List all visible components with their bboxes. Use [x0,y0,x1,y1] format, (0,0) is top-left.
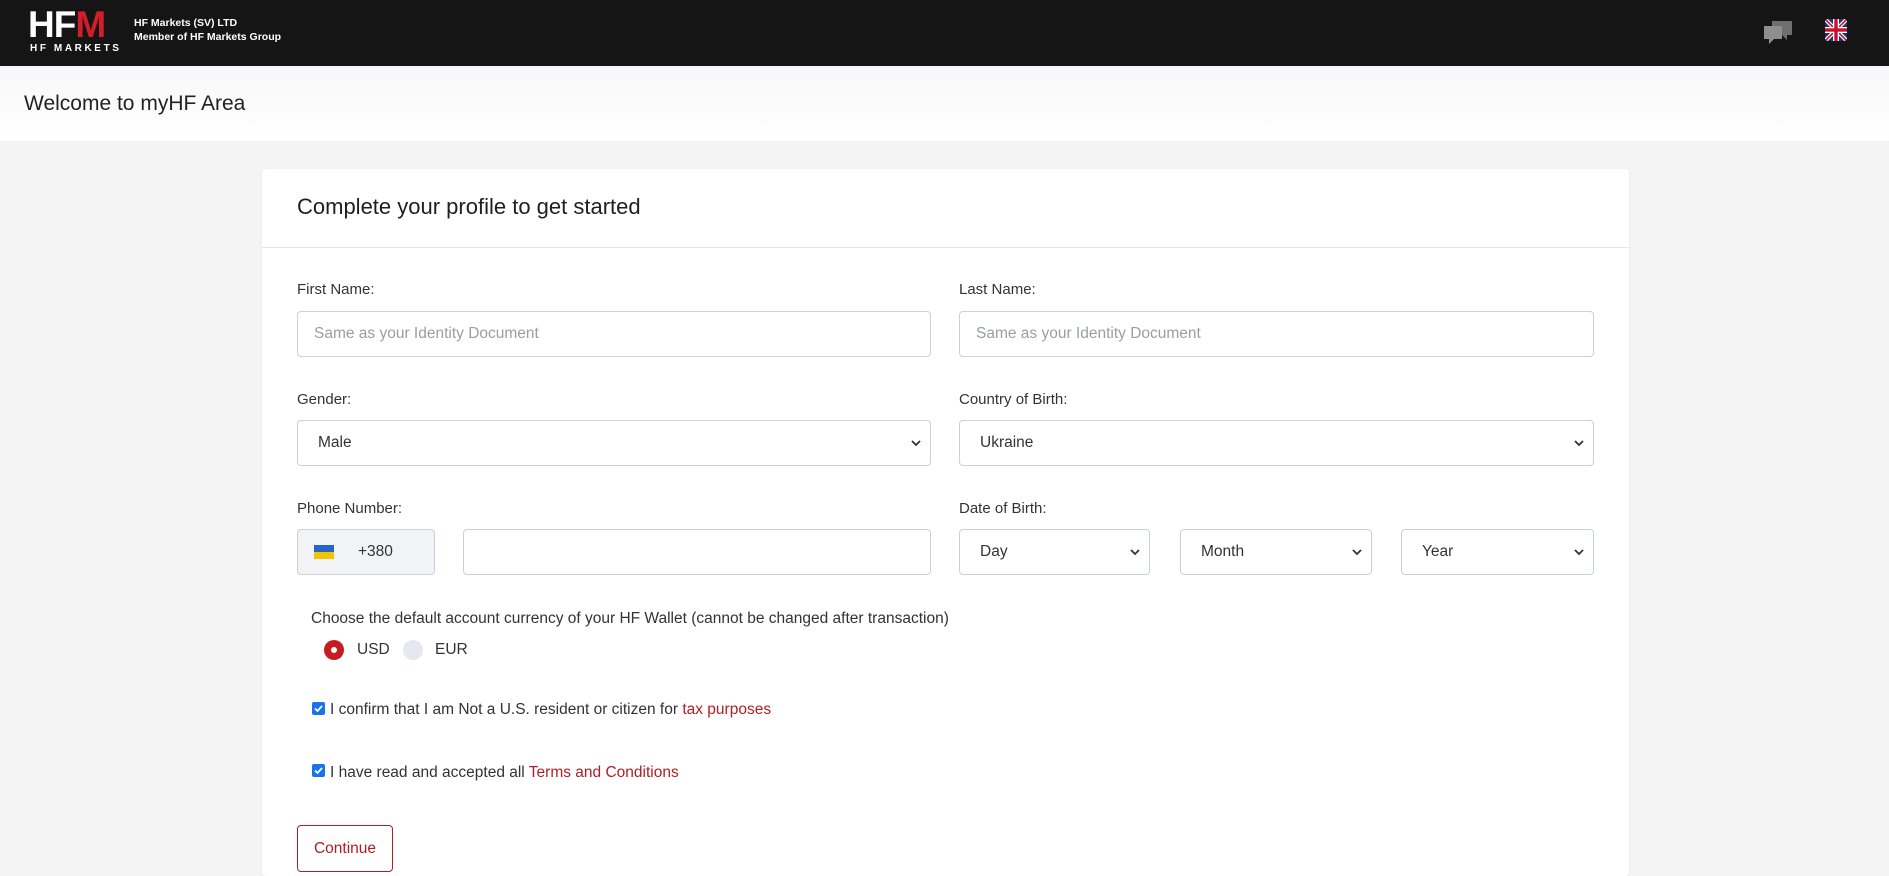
terms-and-conditions-link[interactable]: Terms and Conditions [529,764,679,781]
continue-button[interactable]: Continue [297,825,393,872]
first-name-label: First Name: [297,281,375,298]
currency-label: Choose the default account currency of y… [311,610,949,627]
company-info: HF Markets (SV) LTD Member of HF Markets… [134,16,281,44]
checkmark-icon [314,705,323,713]
phone-number-label: Phone Number: [297,500,403,517]
chevron-down-icon [1352,549,1362,556]
company-name: HF Markets (SV) LTD [134,17,238,29]
phone-country-code: +380 [358,543,393,560]
chevron-down-icon [911,440,921,447]
currency-usd-label[interactable]: USD [357,641,390,659]
page-title: Welcome to myHF Area [24,92,246,115]
gender-select[interactable]: Male [297,420,931,466]
card-title: Complete your profile to get started [297,194,641,219]
top-bar: HFM HF MARKETS HF Markets (SV) LTD Membe… [0,0,1889,66]
hfm-logo[interactable]: HFM HF MARKETS [28,4,124,55]
dob-month-select[interactable]: Month [1180,529,1372,575]
country-of-birth-value: Ukraine [980,434,1034,451]
country-of-birth-label: Country of Birth: [959,391,1068,408]
last-name-input[interactable] [959,311,1594,357]
company-group: Member of HF Markets Group [134,31,282,43]
currency-usd-radio[interactable] [324,640,344,660]
welcome-bar: Welcome to myHF Area [0,66,1889,141]
accept-terms-checkbox[interactable] [312,764,325,777]
chat-icon[interactable] [1762,19,1794,45]
checkmark-icon [314,767,323,775]
dob-year-select[interactable]: Year [1401,529,1594,575]
ukraine-flag-icon [314,545,334,559]
confirm-not-us-label: I confirm that I am Not a U.S. resident … [330,701,771,719]
confirm-not-us-text: I confirm that I am Not a U.S. resident … [330,701,683,718]
gender-label: Gender: [297,391,352,408]
phone-country-selector[interactable]: +380 [297,529,435,575]
first-name-input[interactable] [297,311,931,357]
date-of-birth-label: Date of Birth: [959,500,1047,517]
currency-eur-label[interactable]: EUR [435,641,468,659]
phone-number-input[interactable] [463,529,931,575]
dob-year-value: Year [1422,543,1454,560]
dob-day-value: Day [980,543,1008,560]
chevron-down-icon [1574,549,1584,556]
last-name-label: Last Name: [959,281,1036,298]
chevron-down-icon [1574,440,1584,447]
accept-terms-text: I have read and accepted all [330,764,529,781]
country-of-birth-select[interactable]: Ukraine [959,420,1594,466]
card-header: Complete your profile to get started [262,169,1629,248]
chevron-down-icon [1130,549,1140,556]
dob-month-value: Month [1201,543,1245,560]
dob-day-select[interactable]: Day [959,529,1150,575]
uk-flag-icon[interactable] [1825,19,1847,41]
logo-mark: HFM [28,4,106,45]
profile-card: Complete your profile to get started Fir… [262,169,1629,876]
currency-eur-radio[interactable] [403,640,423,660]
confirm-not-us-checkbox[interactable] [312,702,325,715]
gender-value: Male [318,434,352,451]
logo-subtitle: HF MARKETS [30,43,122,54]
accept-terms-label: I have read and accepted all Terms and C… [330,764,679,782]
tax-purposes-link[interactable]: tax purposes [682,701,771,718]
